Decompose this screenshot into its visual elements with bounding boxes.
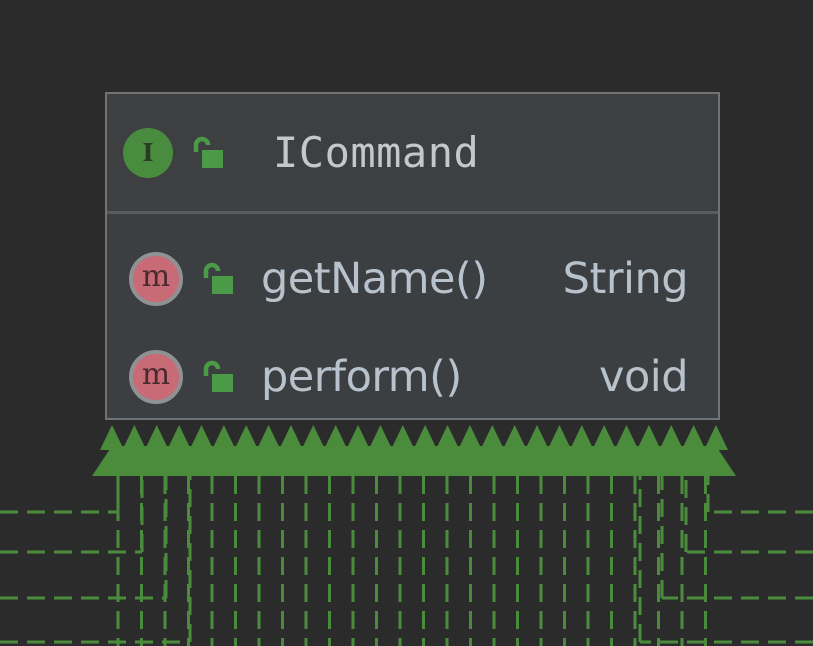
arrowhead	[659, 425, 684, 450]
arrowhead	[323, 425, 348, 450]
arrowhead	[413, 425, 438, 450]
public-lock-icon	[203, 262, 233, 294]
method-return-type: String	[562, 254, 689, 304]
method-name: perform()	[261, 352, 462, 402]
arrowhead	[167, 425, 192, 450]
arrowhead	[390, 425, 415, 450]
arrowhead	[502, 425, 527, 450]
method-return-type: void	[599, 352, 689, 402]
arrowhead	[368, 425, 393, 450]
arrowhead	[211, 425, 236, 450]
public-lock-icon	[193, 136, 223, 168]
arrowhead	[435, 425, 460, 450]
method-row[interactable]: m perform() void	[107, 328, 718, 426]
arrowhead	[681, 425, 706, 450]
method-icon-letter: m	[141, 259, 171, 294]
interface-icon-letter: I	[142, 138, 154, 167]
arrowhead	[525, 425, 550, 450]
arrowhead	[144, 425, 169, 450]
arrowhead	[704, 425, 728, 450]
arrowhead	[614, 425, 639, 450]
arrowhead	[189, 425, 214, 450]
method-icon-letter: m	[141, 357, 171, 392]
arrowhead	[256, 425, 281, 450]
arrowhead	[547, 425, 572, 450]
arrowhead	[234, 425, 259, 450]
arrowhead-band	[92, 446, 736, 476]
implementation-connectors	[0, 476, 813, 646]
class-header: I ICommand	[107, 94, 718, 214]
class-name: ICommand	[273, 128, 480, 177]
arrowhead	[480, 425, 505, 450]
interface-icon: I	[123, 127, 173, 178]
public-lock-icon	[203, 360, 233, 392]
method-icon: m	[129, 252, 183, 306]
arrowhead	[636, 425, 661, 450]
method-name: getName()	[261, 254, 488, 304]
class-members: m getName() String m perform() void	[107, 214, 718, 426]
method-icon: m	[129, 350, 183, 404]
arrowhead	[100, 425, 124, 450]
arrowhead	[457, 425, 482, 450]
arrowhead	[346, 425, 371, 450]
arrowhead	[278, 425, 303, 450]
arrowhead	[569, 425, 594, 450]
arrowhead	[301, 425, 326, 450]
class-box-icommand[interactable]: I ICommand m getName() String m perform(…	[105, 92, 720, 420]
arrowhead	[122, 425, 147, 450]
implementation-arrowheads	[92, 425, 736, 476]
arrowhead	[592, 425, 617, 450]
method-row[interactable]: m getName() String	[107, 230, 718, 328]
